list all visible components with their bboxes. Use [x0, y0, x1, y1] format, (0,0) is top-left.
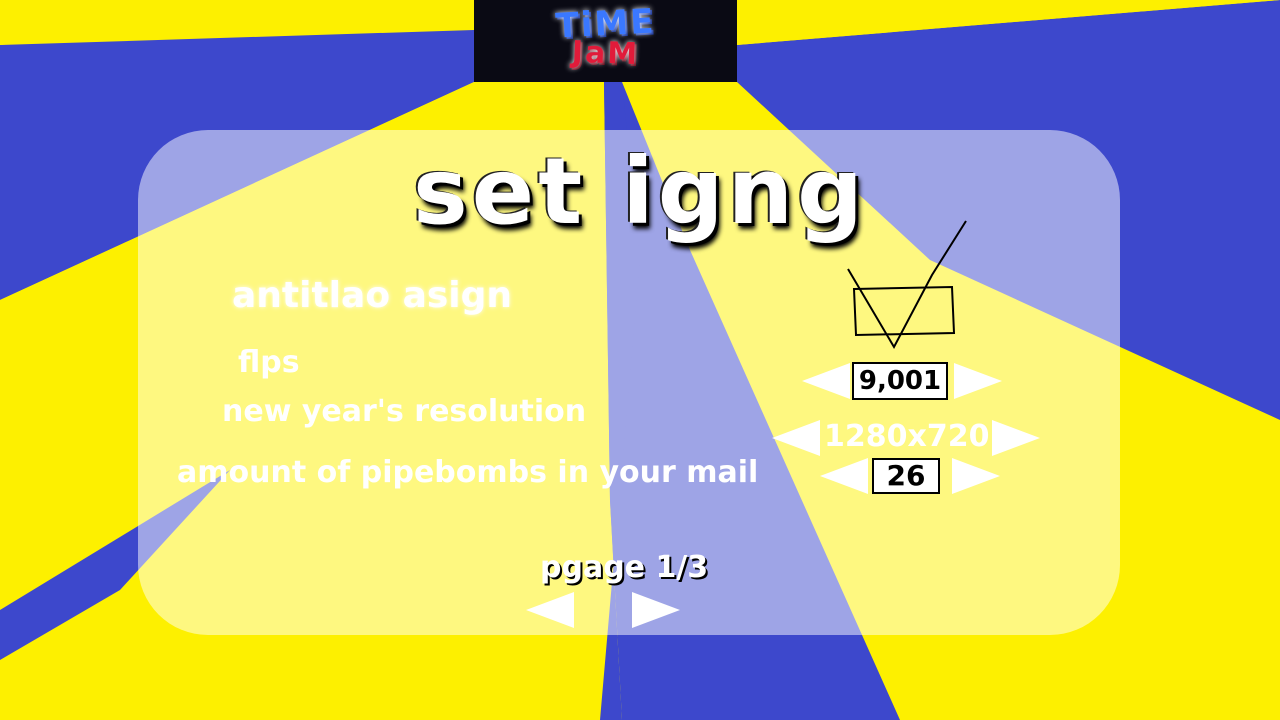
pipebombs-next-arrow-icon[interactable] [952, 458, 1000, 494]
antialiasing-checkbox[interactable] [842, 215, 972, 359]
setting-label-resolution: new year's resolution [222, 394, 587, 429]
pipebombs-value: 26 [872, 458, 940, 494]
game-logo: TiME JaM [474, 0, 737, 82]
page-indicator: pgage 1/3 [540, 550, 709, 585]
fps-next-arrow-icon[interactable] [954, 363, 1002, 399]
resolution-prev-arrow-icon[interactable] [772, 420, 820, 456]
resolution-value: 1280x720 [824, 419, 990, 454]
setting-label-pipebombs: amount of pipebombs in your mail [177, 455, 759, 490]
fps-value: 9,001 [852, 362, 948, 400]
resolution-next-arrow-icon[interactable] [992, 420, 1040, 456]
setting-label-antialiasing: antitlao asign [232, 275, 513, 316]
checkbox-checked-icon [847, 220, 967, 350]
fps-prev-arrow-icon[interactable] [802, 363, 850, 399]
page-title: set igng [413, 138, 867, 245]
page-prev-arrow-icon[interactable] [526, 592, 574, 628]
pipebombs-prev-arrow-icon[interactable] [820, 458, 868, 494]
page-next-arrow-icon[interactable] [632, 592, 680, 628]
setting-label-fps: flps [238, 345, 300, 380]
